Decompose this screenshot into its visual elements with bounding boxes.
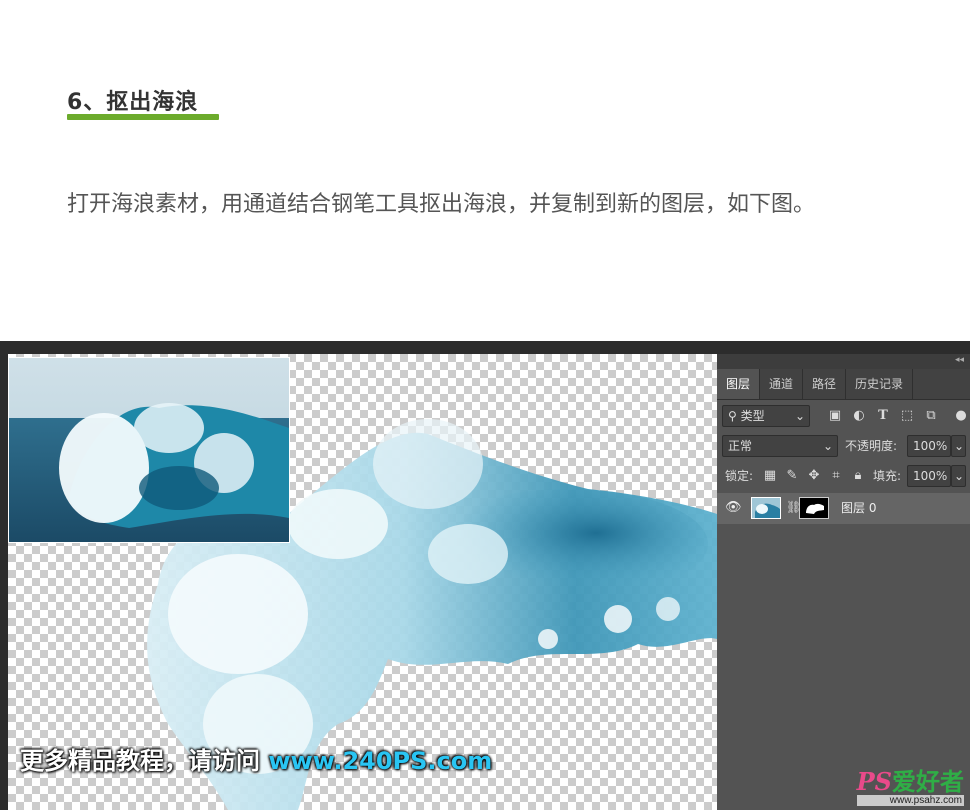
lock-position-icon[interactable]: ✥ bbox=[806, 465, 822, 487]
watermark-url: www.240PS.com bbox=[268, 747, 493, 775]
collapse-panel-icon[interactable]: ◂◂ bbox=[955, 355, 964, 365]
blend-mode-value: 正常 bbox=[728, 439, 753, 453]
original-wave-photo bbox=[8, 357, 290, 543]
lock-image-pixels-icon[interactable]: ✎ bbox=[784, 465, 800, 487]
title-underline bbox=[67, 114, 219, 120]
opacity-input[interactable]: 100% bbox=[907, 435, 951, 457]
layer-name[interactable]: 图层 0 bbox=[841, 493, 876, 524]
filter-row: ⚲ 类型 ⌄ ▣ ◐ T ⬚ ⧉ ● bbox=[717, 402, 970, 428]
tab-layers[interactable]: 图层 bbox=[717, 369, 761, 399]
logo-main: PS爱好者 bbox=[857, 769, 964, 795]
site-logo: PS爱好者 www.psahz.com bbox=[856, 769, 964, 806]
lock-transparency-icon[interactable]: ▦ bbox=[762, 465, 778, 487]
tab-channels[interactable]: 通道 bbox=[760, 369, 804, 399]
instruction-paragraph: 打开海浪素材，用通道结合钢笔工具抠出海浪，并复制到新的图层，如下图。 bbox=[67, 192, 816, 217]
search-icon: ⚲ bbox=[728, 409, 737, 423]
panel-header-bar: ◂◂ bbox=[717, 354, 970, 369]
tab-history[interactable]: 历史记录 bbox=[846, 369, 914, 399]
chevron-down-icon: ⌄ bbox=[822, 439, 833, 453]
lock-fill-row: 锁定: ▦ ✎ ✥ ⌗ 🔒︎ 填充: 100% ⌄ bbox=[717, 463, 970, 489]
layer-row[interactable]: 👁︎ ⛓︎ 图层 0 bbox=[717, 493, 970, 524]
layer-filter-select[interactable]: ⚲ 类型 ⌄ bbox=[722, 405, 810, 427]
smart-object-filter-icon[interactable]: ⧉ bbox=[923, 405, 939, 427]
section-heading-wrap: 6、抠出海浪 bbox=[67, 88, 219, 120]
opacity-dropdown-icon[interactable]: ⌄ bbox=[951, 435, 966, 457]
layers-panel: ◂◂ 图层 通道 路径 历史记录 ⚲ 类型 ⌄ ▣ ◐ T ⬚ ⧉ ● 正常 ⌄… bbox=[717, 354, 970, 810]
layer-mask-thumbnail[interactable] bbox=[799, 497, 829, 519]
chevron-down-icon: ⌄ bbox=[794, 409, 805, 423]
blend-opacity-row: 正常 ⌄ 不透明度: 100% ⌄ bbox=[717, 433, 970, 459]
logo-url: www.psahz.com bbox=[856, 795, 964, 806]
logo-ps: PS bbox=[856, 767, 892, 796]
shape-filter-icon[interactable]: ⬚ bbox=[899, 405, 915, 427]
fill-input[interactable]: 100% bbox=[907, 465, 951, 487]
layer-thumbnail[interactable] bbox=[751, 497, 781, 519]
lock-artboard-icon[interactable]: ⌗ bbox=[828, 465, 844, 487]
image-filter-icon[interactable]: ▣ bbox=[827, 405, 843, 427]
visibility-eye-icon[interactable]: 👁︎ bbox=[725, 500, 742, 515]
filter-kind-label: 类型 bbox=[740, 409, 765, 423]
lock-all-icon[interactable]: 🔒︎ bbox=[850, 465, 866, 487]
panel-tabs: 图层 通道 路径 历史记录 bbox=[717, 369, 970, 400]
lock-label: 锁定: bbox=[725, 469, 754, 483]
tutorial-watermark: 更多精品教程，请访问 www.240PS.com bbox=[20, 741, 492, 776]
type-filter-icon[interactable]: T bbox=[875, 405, 891, 427]
fill-label: 填充: bbox=[873, 469, 902, 483]
tab-paths[interactable]: 路径 bbox=[803, 369, 847, 399]
watermark-text: 更多精品教程，请访问 bbox=[20, 747, 260, 775]
photoshop-screenshot: 更多精品教程，请访问 www.240PS.com ◂◂ 图层 通道 路径 历史记… bbox=[0, 341, 970, 810]
logo-suffix: 爱好者 bbox=[892, 767, 964, 796]
opacity-label: 不透明度: bbox=[845, 439, 898, 453]
adjustment-filter-icon[interactable]: ◐ bbox=[851, 405, 867, 427]
blend-mode-select[interactable]: 正常 ⌄ bbox=[722, 435, 838, 457]
fill-dropdown-icon[interactable]: ⌄ bbox=[951, 465, 966, 487]
filter-toggle-icon[interactable]: ● bbox=[953, 405, 969, 427]
